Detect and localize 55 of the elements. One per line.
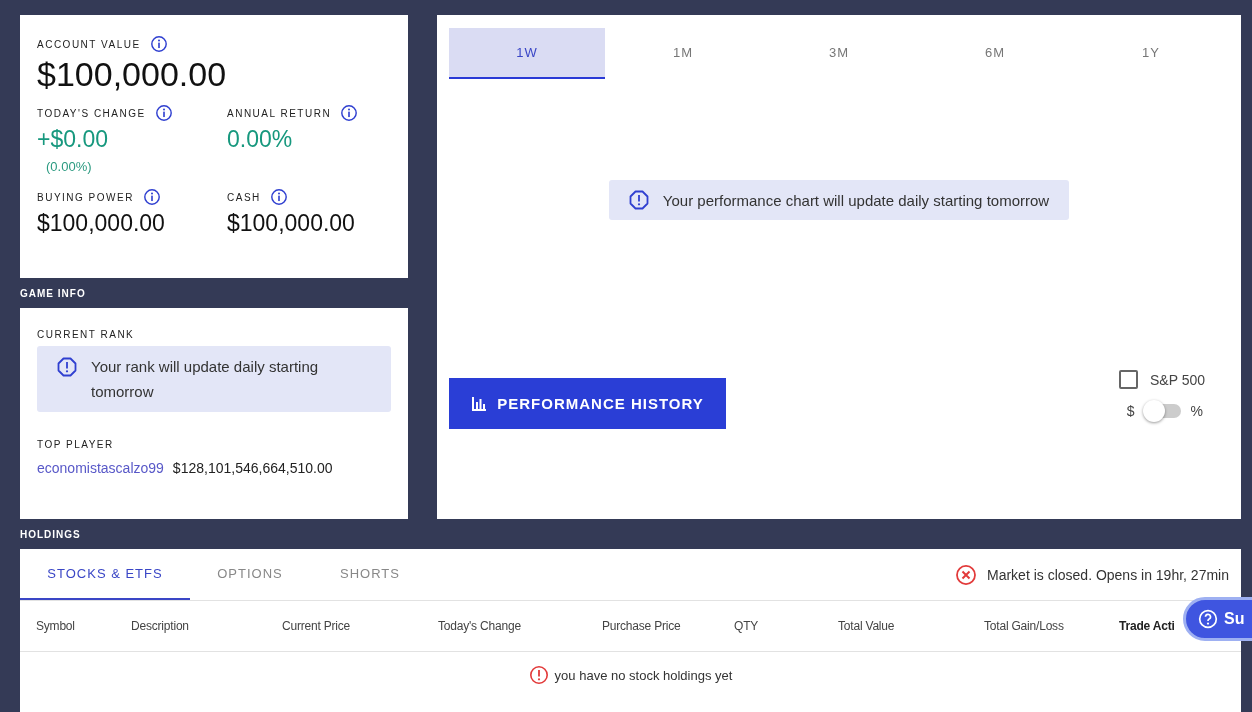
stat-label: TODAY'S CHANGE [37,107,146,119]
alert-icon [57,357,77,377]
stat-label: ANNUAL RETURN [227,107,332,119]
alert-icon [628,190,649,210]
support-button[interactable]: Su [1183,597,1252,641]
section-title: GAME INFO [20,286,87,301]
holdings-tab[interactable]: STOCKS & ETFS [20,549,190,600]
holdings-tab[interactable]: SHORTS [310,549,430,600]
info-icon[interactable] [142,188,161,206]
error-icon [955,563,977,586]
toggle-label: $ [1126,403,1135,419]
holdings-tab[interactable]: OPTIONS [190,549,310,600]
performance-history-button[interactable]: PERFORMANCE HISTORY [449,378,726,429]
stat-value: +$0.00 [37,126,109,153]
info-icon[interactable] [340,104,359,122]
stat-percent: (0.00%) [46,159,93,174]
help-icon [1198,609,1218,629]
toggle-label: % [1190,403,1203,419]
column-header: Current Price [282,619,352,633]
top-player-label: TOP PLAYER [37,437,115,452]
range-tab[interactable]: 1W [449,28,605,79]
account-value: $100,000.00 [37,55,228,94]
stat-value: $100,000.00 [227,210,356,237]
range-tab[interactable]: 1M [605,28,761,79]
bar-chart-icon [471,395,488,412]
checkbox-label: S&P 500 [1150,371,1205,388]
notice-text: Your rank will update daily starting tomorrow [91,357,320,402]
section-title: HOLDINGS [20,527,82,542]
player-value: $128,101,546,664,510.00 [172,460,333,476]
column-header: Total Value [838,619,896,633]
column-header: Description [131,619,190,633]
column-header: QTY [734,619,760,633]
stat-value: $100,000.00 [37,210,166,237]
empty-message: you have no stock holdings yet [554,667,733,683]
column-header: Trade Acti [1119,619,1176,633]
column-header: Purchase Price [602,619,682,633]
market-status: Market is closed. Opens in 19hr, 27min [987,566,1229,583]
column-header: Total Gain/Loss [984,619,1065,633]
column-header: Today's Change [438,619,522,633]
stat-label: BUYING POWER [37,191,134,203]
stat-label: ACCOUNT VALUE [37,38,141,50]
info-icon[interactable] [269,188,288,206]
player-link[interactable]: economistascalzo99 [37,460,164,476]
rank-label: CURRENT RANK [37,327,136,342]
stat-value: 0.00% [227,126,294,153]
alert-icon [528,665,549,685]
stat-label: CASH [227,191,261,203]
range-tab[interactable]: 1Y [1073,28,1229,79]
range-tab[interactable]: 3M [761,28,917,79]
info-icon[interactable] [154,104,173,122]
column-header: Symbol [36,619,76,633]
range-tab[interactable]: 6M [917,28,1073,79]
checkbox[interactable] [1119,370,1138,389]
notice-text: Your performance chart will update daily starting tomorrow [662,191,1050,209]
info-icon[interactable] [149,35,168,53]
